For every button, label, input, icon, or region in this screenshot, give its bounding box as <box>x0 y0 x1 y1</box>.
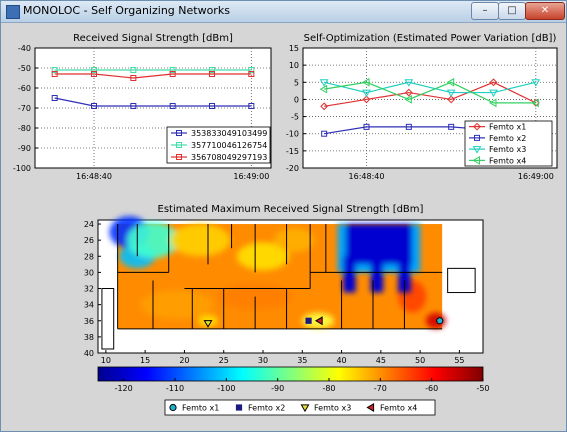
y-tick-label: -90 <box>18 144 31 153</box>
colorbar-tick-label: -60 <box>425 384 438 393</box>
x-tick-label: 40 <box>336 356 346 365</box>
colorbar-tick-label: -110 <box>166 384 184 393</box>
legend-entry: 356708049297193 <box>191 153 267 162</box>
y-tick-label: -10 <box>286 130 299 139</box>
heatmap-chart: Estimated Maximum Received Signal Streng… <box>84 204 484 365</box>
maximize-button[interactable]: □ <box>498 2 526 20</box>
heatmap-region <box>140 290 213 319</box>
y-tick-label: 26 <box>84 236 94 245</box>
y-tick-label: 15 <box>289 44 299 53</box>
y-tick-label: -60 <box>18 84 31 93</box>
legend-entry: Femto x1 <box>182 404 219 413</box>
legend-entry: Femto x2 <box>489 134 526 143</box>
colorbar-tick-label: -50 <box>476 384 489 393</box>
heatmap-region <box>343 256 356 293</box>
x-tick-label: 15 <box>140 356 150 365</box>
femto-legend: Femto x1 Femto x2 Femto x3 Femto x4 <box>164 399 436 416</box>
femto-marker <box>305 317 312 324</box>
figure-area: -40 -50 -60 -70 -80 -90 -100 16:48:40 16:49:00 Re… <box>1 23 566 431</box>
legend-marker <box>169 403 177 412</box>
colorbar-tick-label: -70 <box>374 384 387 393</box>
y-tick-label: -40 <box>18 44 31 53</box>
legend-entry: Femto x3 <box>489 145 526 154</box>
heatmap-strong-region <box>337 224 421 293</box>
y-tick-label: -15 <box>286 147 299 156</box>
y-tick-label: 32 <box>84 285 94 294</box>
femto-marker <box>436 317 444 325</box>
x-tick-label: 16:49:00 <box>233 172 269 181</box>
y-tick-label: 24 <box>84 220 94 229</box>
colorbar-tick-label: -90 <box>271 384 284 393</box>
y-tick-label: 28 <box>84 252 94 261</box>
y-tick-label: 36 <box>84 317 94 326</box>
x-tick-label: 16:48:40 <box>76 172 112 181</box>
floorplan-annex <box>447 267 476 294</box>
legend-entry: Femto x1 <box>489 123 526 132</box>
x-tick-label: 25 <box>219 356 229 365</box>
chart-title: Received Signal Strength [dBm] <box>73 33 233 44</box>
app-icon <box>6 5 20 19</box>
y-tick-label: 0 <box>294 95 299 104</box>
y-tick-label: 34 <box>84 301 94 310</box>
x-tick-label: 50 <box>415 356 425 365</box>
heatmap-region <box>274 228 315 253</box>
legend-entry: 357710046126754 <box>191 141 267 150</box>
x-tick-label: 20 <box>179 356 189 365</box>
y-tick-label: 38 <box>84 333 94 342</box>
minimize-button[interactable]: – <box>471 2 499 20</box>
legend-entry: Femto x2 <box>248 404 285 413</box>
figure-canvas: -40-50-60-70-80-90-10016:48:40 16:49:00Re… <box>13 33 558 416</box>
x-tick-label: 35 <box>297 356 307 365</box>
y-tick-label: -50 <box>18 64 31 73</box>
y-tick-label: -100 <box>13 164 31 173</box>
y-tick-label: -5 <box>291 113 299 122</box>
colorbar <box>97 366 484 382</box>
chart-title: Self-Optimization (Estimated Power Varia… <box>304 33 557 44</box>
y-tick-label: 30 <box>84 268 94 277</box>
line-chart-1: -40 -50 -60 -70 -80 -90 -100 16:48:40 16:49:00 Re… <box>13 33 272 181</box>
y-tick-label: -70 <box>18 104 31 113</box>
y-tick-label: 40 <box>84 349 94 358</box>
window-title: MONOLOC - Self Organizing Networks <box>23 4 230 17</box>
x-tick-label: 30 <box>258 356 268 365</box>
y-tick-label: 5 <box>294 78 299 87</box>
x-tick-label: 45 <box>376 356 386 365</box>
legend-entry: 353833049103499 <box>191 129 267 138</box>
legend-entry: Femto x4 <box>380 404 417 413</box>
heatmap-title: Estimated Maximum Received Signal Streng… <box>158 204 424 215</box>
colorbar-tick-label: -100 <box>217 384 235 393</box>
x-tick-label: 16:49:00 <box>518 172 554 181</box>
app-window: MONOLOC - Self Organizing Networks – □ ✕… <box>0 0 567 432</box>
close-button[interactable]: ✕ <box>525 2 565 20</box>
x-tick-label: 55 <box>454 356 464 365</box>
y-tick-label: -80 <box>18 124 31 133</box>
heatmap-region <box>170 224 231 257</box>
legend-entry: Femto x3 <box>314 404 351 413</box>
x-tick-label: 16:48:40 <box>349 172 385 181</box>
y-tick-label: 10 <box>289 61 299 70</box>
line-chart-2: 15 10 5 0 -5 -10 -15 -20 16:48:40 16:49:00 Self-Op… <box>286 33 558 181</box>
colorbar-tick-label: -80 <box>322 384 335 393</box>
x-tick-label: 10 <box>101 356 111 365</box>
title-bar[interactable]: MONOLOC - Self Organizing Networks – □ ✕ <box>1 1 566 23</box>
colorbar-tick-label: -120 <box>115 384 133 393</box>
y-tick-label: -20 <box>286 164 299 173</box>
legend-entry: Femto x4 <box>489 156 526 165</box>
legend-marker <box>235 404 243 411</box>
